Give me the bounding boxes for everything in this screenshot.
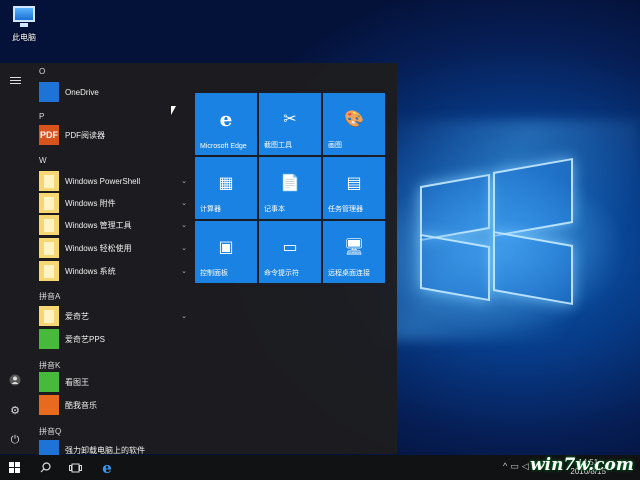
app-list-item[interactable]: Windows 附件 ⌄ [39, 193, 189, 213]
tile-control-panel[interactable]: ▣ 控制面板 [195, 221, 257, 283]
power-icon[interactable]: ⏻ [8, 433, 22, 447]
section-header[interactable]: 拼音A [39, 291, 60, 302]
app-list-item[interactable]: PDF PDF阅读器 [39, 125, 189, 145]
edge-taskbar-icon[interactable]: e [92, 455, 122, 480]
app-list-item[interactable]: 酷我音乐 [39, 395, 189, 415]
app-list: O OneDrive P PDF PDF阅读器 W Windows PowerShell ⌄ W… [30, 63, 190, 460]
edge-icon: e [219, 107, 233, 131]
tile-label: 远程桌面连接 [328, 270, 370, 277]
section-header[interactable]: 拼音K [39, 360, 60, 371]
tile-paint[interactable]: 🎨 画图 [323, 93, 385, 155]
notepad-icon: 📄 [280, 175, 300, 192]
app-name: 爱奇艺PPS [65, 334, 106, 344]
tile-task-manager[interactable]: ▤ 任务管理器 [323, 157, 385, 219]
pdf-icon: PDF [39, 125, 59, 145]
task-manager-icon: ▤ [346, 175, 362, 192]
folder-icon [39, 215, 59, 235]
app-list-item[interactable]: Windows PowerShell ⌄ [39, 171, 189, 191]
tile-label: 记事本 [264, 206, 285, 213]
section-header[interactable]: 拼音Q [39, 426, 61, 437]
tile-label: 画图 [328, 142, 342, 149]
folder-icon [39, 306, 59, 326]
folder-icon [39, 193, 59, 213]
chevron-down-icon[interactable]: ⌄ [179, 267, 189, 275]
tile-calculator[interactable]: ▦ 计算器 [195, 157, 257, 219]
windows-logo-wallpaper [405, 150, 585, 330]
remote-desktop-icon: 🖥 [343, 239, 365, 256]
start-rail: ⚙ ⏻ [0, 63, 30, 454]
tile-label: Microsoft Edge [200, 143, 247, 150]
tile-cmd[interactable]: ▭ 命令提示符 [259, 221, 321, 283]
tile-edge[interactable]: e Microsoft Edge [195, 93, 257, 155]
app-name: OneDrive [65, 87, 99, 97]
iqiyi-pps-icon [39, 329, 59, 349]
section-header[interactable]: W [39, 156, 47, 165]
app-list-item[interactable]: 看图王 [39, 372, 189, 392]
snipping-tool-icon: ✂ [283, 111, 297, 128]
section-header[interactable]: P [39, 112, 44, 121]
app-list-item[interactable]: 爱奇艺 ⌄ [39, 306, 189, 326]
chevron-down-icon[interactable]: ⌄ [179, 177, 189, 185]
tile-label: 任务管理器 [328, 206, 363, 213]
app-name: 强力卸载电脑上的软件 [65, 445, 145, 455]
tile-snipping-tool[interactable]: ✂ 截图工具 [259, 93, 321, 155]
image-viewer-icon [39, 372, 59, 392]
hamburger-menu-icon[interactable] [8, 73, 22, 87]
app-name: Windows 系统 [65, 266, 116, 276]
app-list-item[interactable]: Windows 轻松使用 ⌄ [39, 238, 189, 258]
tile-label: 计算器 [200, 206, 221, 213]
chevron-down-icon[interactable]: ⌄ [179, 244, 189, 252]
tile-label: 截图工具 [264, 142, 292, 149]
settings-gear-icon[interactable]: ⚙ [8, 403, 22, 417]
app-name: 爱奇艺 [65, 311, 89, 321]
start-menu: ⚙ ⏻ O OneDrive P PDF PDF阅读器 W Windows PowerShe… [0, 63, 397, 460]
search-icon[interactable] [30, 455, 60, 480]
app-list-item[interactable]: Windows 系统 ⌄ [39, 261, 189, 281]
app-name: Windows PowerShell [65, 176, 141, 186]
folder-icon [39, 171, 59, 191]
tile-label: 命令提示符 [264, 270, 299, 277]
calculator-icon: ▦ [218, 175, 234, 192]
app-name: PDF阅读器 [65, 130, 105, 140]
tile-remote-desktop[interactable]: 🖥 远程桌面连接 [323, 221, 385, 283]
section-header[interactable]: O [39, 67, 45, 76]
chevron-down-icon[interactable]: ⌄ [179, 312, 189, 320]
start-button[interactable] [0, 455, 30, 480]
network-icon[interactable]: ▭ [510, 461, 522, 471]
app-list-item[interactable]: OneDrive [39, 82, 189, 102]
paint-icon: 🎨 [344, 111, 364, 128]
app-name: 看图王 [65, 377, 89, 387]
folder-icon [39, 238, 59, 258]
chevron-down-icon[interactable]: ⌄ [179, 199, 189, 207]
computer-icon [13, 6, 35, 27]
mouse-cursor [171, 106, 176, 115]
system-tray[interactable]: ^▭◁ [503, 461, 532, 472]
app-name: Windows 轻松使用 [65, 243, 132, 253]
app-name: Windows 管理工具 [65, 220, 132, 230]
tile-notepad[interactable]: 📄 记事本 [259, 157, 321, 219]
app-list-item[interactable]: 爱奇艺PPS [39, 329, 189, 349]
user-account-icon[interactable] [8, 373, 22, 387]
desktop-icon-this-pc[interactable]: 此电脑 [2, 4, 46, 43]
control-panel-icon: ▣ [218, 239, 234, 256]
app-name: Windows 附件 [65, 198, 116, 208]
app-list-item[interactable]: Windows 管理工具 ⌄ [39, 215, 189, 235]
tile-label: 控制面板 [200, 270, 228, 277]
onedrive-icon [39, 82, 59, 102]
task-view-icon[interactable] [60, 455, 90, 480]
folder-icon [39, 261, 59, 281]
app-name: 酷我音乐 [65, 400, 97, 410]
desktop-icon-label: 此电脑 [12, 33, 36, 42]
kuwo-music-icon [39, 395, 59, 415]
cmd-icon: ▭ [282, 239, 298, 256]
chevron-down-icon[interactable]: ⌄ [179, 221, 189, 229]
watermark: win7w.com [530, 455, 634, 475]
